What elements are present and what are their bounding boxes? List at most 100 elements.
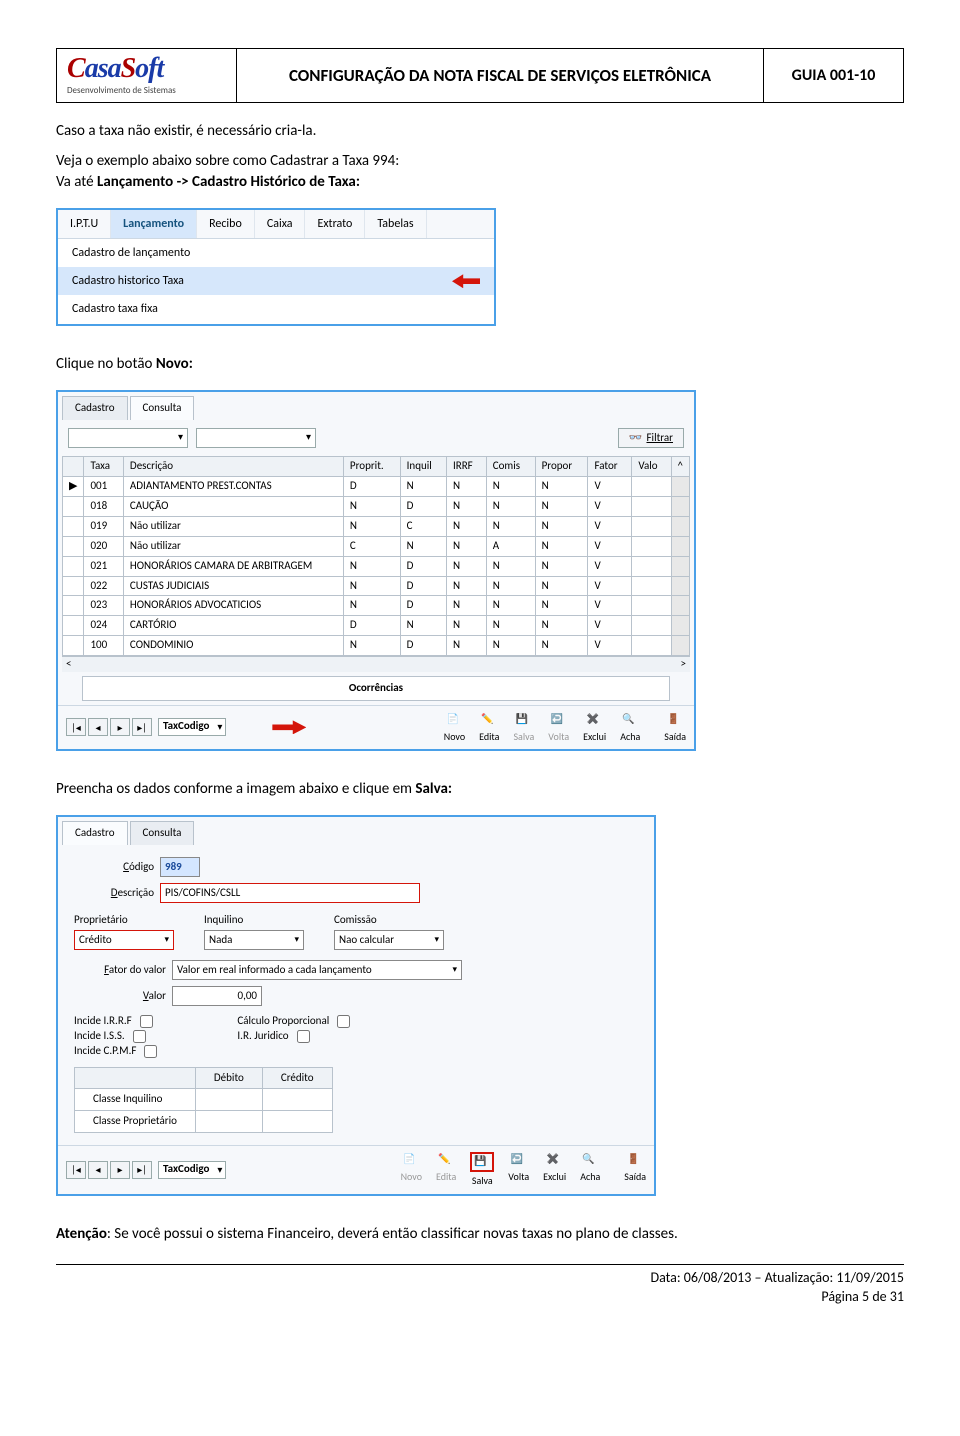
- salva-button-2[interactable]: 💾Salva: [470, 1152, 494, 1188]
- inquilino-label: Inquilino: [204, 913, 304, 928]
- scrollbar-cell[interactable]: [671, 497, 689, 517]
- saida-button-2[interactable]: 🚪Saída: [624, 1152, 646, 1188]
- novo-button-2[interactable]: 📄Novo: [401, 1152, 422, 1188]
- col-comis[interactable]: Comis: [486, 457, 535, 477]
- scrollbar-cell[interactable]: [671, 576, 689, 596]
- scrollbar-cell[interactable]: [671, 556, 689, 576]
- table-cell: Não utilizar: [123, 536, 343, 556]
- dropdown-cadastro-historico-taxa[interactable]: Cadastro historico Taxa: [58, 267, 494, 295]
- nav-prev-2[interactable]: ◂: [88, 1161, 108, 1179]
- table-row[interactable]: 019Não utilizarNCNNNV: [63, 516, 690, 536]
- nav-last-button[interactable]: ▸|: [132, 718, 152, 736]
- exclui-button[interactable]: ✖️Exclui: [583, 712, 606, 744]
- volta-button-2[interactable]: ↩️Volta: [508, 1152, 529, 1188]
- chk-irjur-box[interactable]: [297, 1030, 310, 1043]
- horizontal-scroll[interactable]: <>: [62, 656, 690, 672]
- nav-sort-combo-2[interactable]: TaxCodigo: [158, 1161, 226, 1179]
- cell-inq-deb[interactable]: [195, 1089, 262, 1111]
- nav-sort-combo[interactable]: TaxCodigo: [158, 718, 226, 736]
- novo-button[interactable]: 📄Novo: [444, 712, 465, 744]
- scrollbar-cell[interactable]: [671, 636, 689, 656]
- table-cell: N: [486, 616, 535, 636]
- table-cell: N: [446, 536, 486, 556]
- acha-button-2[interactable]: 🔍Acha: [580, 1152, 600, 1188]
- fator-combo[interactable]: Valor em real informado a cada lançament…: [172, 960, 462, 980]
- dropdown-cadastro-lancamento[interactable]: Cadastro de lançamento: [58, 239, 494, 267]
- nav-last-2[interactable]: ▸|: [132, 1161, 152, 1179]
- dropdown-cadastro-taxa-fixa[interactable]: Cadastro taxa fixa: [58, 295, 494, 323]
- menu-extrato[interactable]: Extrato: [305, 210, 365, 238]
- table-cell: CUSTAS JUDICIAIS: [123, 576, 343, 596]
- scrollbar-cell[interactable]: [671, 596, 689, 616]
- nav-first-button[interactable]: |◂: [66, 718, 86, 736]
- scrollbar-cell[interactable]: [671, 516, 689, 536]
- tab-consulta-2[interactable]: Consulta: [130, 821, 195, 845]
- col-taxa[interactable]: Taxa: [84, 457, 123, 477]
- table-row[interactable]: 022CUSTAS JUDICIAISNDNNNV: [63, 576, 690, 596]
- chk-irrf-box[interactable]: [140, 1015, 153, 1028]
- col-irrf[interactable]: IRRF: [446, 457, 486, 477]
- table-row[interactable]: 100CONDOMINIONDNNNV: [63, 636, 690, 656]
- tab-cadastro[interactable]: Cadastro: [62, 396, 128, 420]
- acha-button[interactable]: 🔍Acha: [620, 712, 640, 744]
- table-cell: N: [446, 516, 486, 536]
- chk-calcprop-box[interactable]: [337, 1015, 350, 1028]
- nav-first-2[interactable]: |◂: [66, 1161, 86, 1179]
- salva-button[interactable]: 💾Salva: [513, 712, 534, 744]
- delete-icon-2: ✖️: [547, 1152, 563, 1168]
- edita-button[interactable]: ✏️Edita: [479, 712, 499, 744]
- form-body: Código 989 Descrição PIS/COFINS/CSLL Pro…: [58, 845, 654, 1145]
- filter-combo-2[interactable]: [196, 428, 316, 448]
- nav-next-2[interactable]: ▸: [110, 1161, 130, 1179]
- inquilino-combo[interactable]: Nada: [204, 930, 304, 950]
- exclui-button-2[interactable]: ✖️Exclui: [543, 1152, 566, 1188]
- table-cell: [632, 616, 671, 636]
- scrollbar-cell[interactable]: [671, 536, 689, 556]
- cell-prop-deb[interactable]: [195, 1111, 262, 1133]
- table-row[interactable]: 018CAUÇÃONDNNNV: [63, 497, 690, 517]
- table-row[interactable]: 021HONORÁRIOS CAMARA DE ARBITRAGEMNDNNNV: [63, 556, 690, 576]
- menu-iptu[interactable]: I.P.T.U: [58, 210, 111, 238]
- menu-tabelas[interactable]: Tabelas: [365, 210, 426, 238]
- col-propor[interactable]: Propor: [535, 457, 588, 477]
- descricao-input[interactable]: PIS/COFINS/CSLL: [160, 883, 420, 903]
- table-cell: V: [588, 536, 632, 556]
- tab-cadastro-2[interactable]: Cadastro: [62, 821, 128, 845]
- menu-lancamento[interactable]: Lançamento: [111, 210, 197, 238]
- tab-consulta[interactable]: Consulta: [130, 396, 195, 420]
- table-row[interactable]: ▶001ADIANTAMENTO PREST.CONTASDNNNNV: [63, 477, 690, 497]
- saida-button[interactable]: 🚪Saída: [664, 712, 686, 744]
- chk-iss-box[interactable]: [133, 1030, 146, 1043]
- table-cell: V: [588, 516, 632, 536]
- table-row[interactable]: 024CARTÓRIODNNNNV: [63, 616, 690, 636]
- col-valo[interactable]: Valo: [632, 457, 671, 477]
- volta-button[interactable]: ↩️Volta: [548, 712, 569, 744]
- cell-inq-cred[interactable]: [262, 1089, 332, 1111]
- filter-combo-1[interactable]: [68, 428, 188, 448]
- menu-caixa[interactable]: Caixa: [255, 210, 306, 238]
- salva-label-2: Salva: [472, 1174, 493, 1188]
- nav-next-button[interactable]: ▸: [110, 718, 130, 736]
- col-proprit[interactable]: Proprit.: [343, 457, 400, 477]
- proprietario-label: Proprietário: [74, 913, 174, 928]
- col-descricao[interactable]: Descrição: [123, 457, 343, 477]
- scrollbar-cell[interactable]: [671, 616, 689, 636]
- comissao-combo[interactable]: Nao calcular: [334, 930, 444, 950]
- table-row[interactable]: 020Não utilizarCNNANV: [63, 536, 690, 556]
- col-inquil[interactable]: Inquil: [400, 457, 446, 477]
- nav-prev-button[interactable]: ◂: [88, 718, 108, 736]
- saida-label-2: Saída: [624, 1170, 646, 1184]
- chk-cpmf-label: Incide C.P.M.F: [74, 1044, 136, 1059]
- chk-cpmf-box[interactable]: [144, 1045, 157, 1058]
- edita-button-2[interactable]: ✏️Edita: [436, 1152, 456, 1188]
- scrollbar-cell[interactable]: [671, 477, 689, 497]
- valor-input[interactable]: 0,00: [172, 986, 262, 1006]
- codigo-input[interactable]: 989: [160, 857, 200, 877]
- col-fator[interactable]: Fator: [588, 457, 632, 477]
- table-cell: [632, 536, 671, 556]
- proprietario-combo[interactable]: Crédito: [74, 930, 174, 950]
- menu-recibo[interactable]: Recibo: [197, 210, 255, 238]
- cell-prop-cred[interactable]: [262, 1111, 332, 1133]
- table-row[interactable]: 023HONORÁRIOS ADVOCATICIOSNDNNNV: [63, 596, 690, 616]
- filter-button[interactable]: 👓 Filtrar: [618, 428, 684, 449]
